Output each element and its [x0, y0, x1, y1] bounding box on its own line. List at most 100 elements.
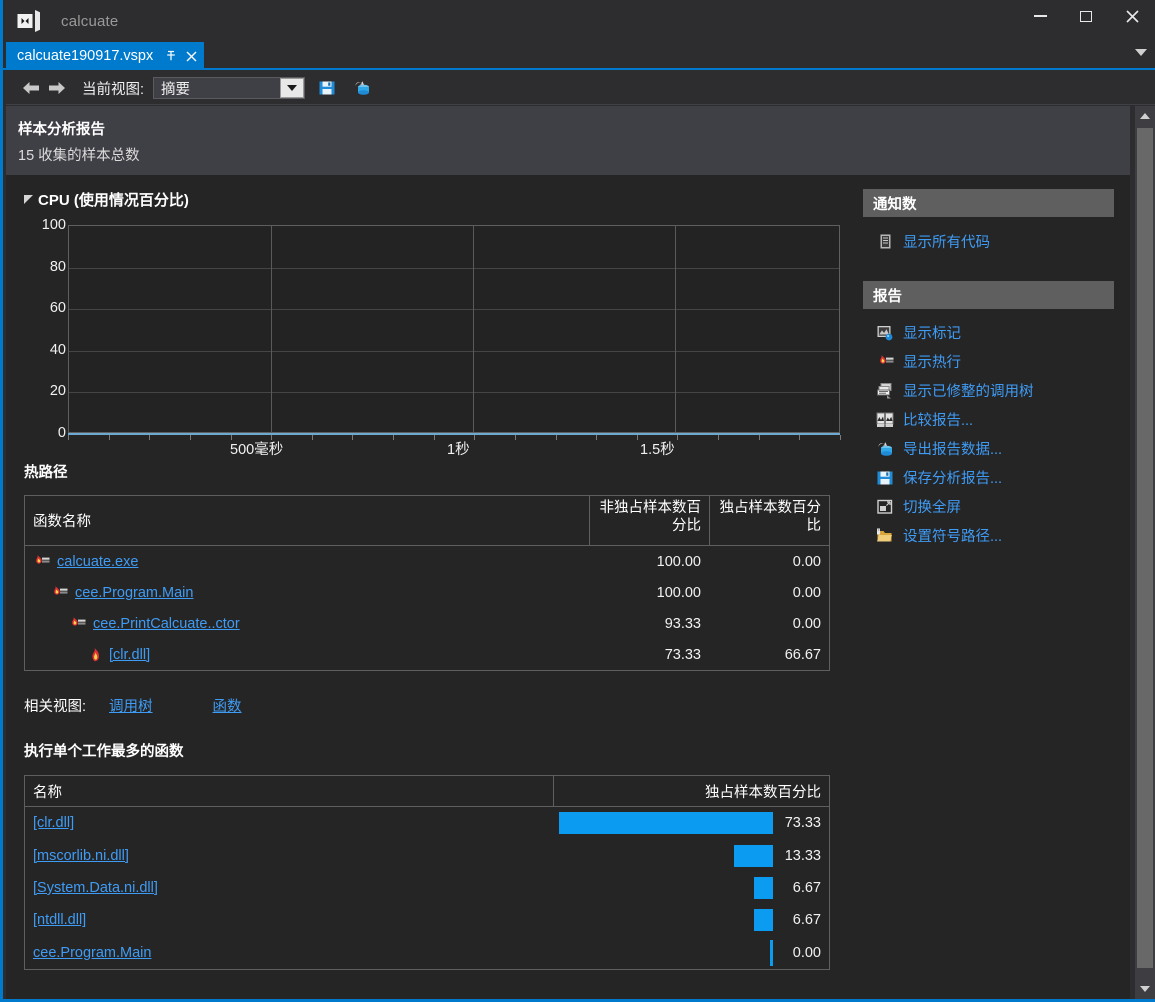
forward-button[interactable] — [44, 75, 70, 101]
hot-path-function-cell: [clr.dll] — [25, 647, 589, 663]
marks-icon — [876, 324, 894, 342]
scroll-down-button[interactable] — [1135, 979, 1155, 999]
fullscreen-icon — [876, 498, 894, 516]
top-functions-row[interactable]: [clr.dll] 73.33 — [25, 807, 829, 839]
hot-path-exclusive-value: 0.00 — [792, 584, 821, 601]
sidebar-panel: 报告显示标记显示热行显示已修整的调用树比较报告... 导出报告数据... 保存分析报… — [863, 281, 1114, 560]
vertical-scrollbar[interactable] — [1135, 106, 1155, 999]
related-link-functions[interactable]: 函数 — [213, 695, 242, 716]
hot-path-inclusive-value: 93.33 — [664, 615, 701, 632]
hot-path-rows: calcuate.exe 100.00 0.00 cee.Program.Main 10… — [25, 546, 829, 670]
sidebar-item-label: 显示已修整的调用树 — [903, 384, 1034, 400]
tab-strip: calcuate190917.vspx — [3, 42, 1155, 70]
top-functions-name-link[interactable]: [ntdll.dll] — [33, 912, 86, 928]
hot-path-function-link[interactable]: cee.Program.Main — [75, 585, 193, 601]
hot-path-header-row: 函数名称 非独占样本数百分比 独占样本数百分比 — [25, 496, 829, 546]
y-tick-label: 100 — [41, 217, 66, 233]
top-functions-rows: [clr.dll] 73.33 [mscorlib.ni.dll] 13.33 [Sys… — [25, 807, 829, 969]
top-functions-name-link[interactable]: [System.Data.ni.dll] — [33, 880, 158, 896]
top-functions-name-cell: [clr.dll] — [25, 814, 553, 832]
sidebar-item-label: 显示标记 — [903, 326, 961, 342]
sidebar-item-显示热行[interactable]: 显示热行 — [863, 347, 1114, 376]
pin-icon[interactable] — [165, 50, 177, 62]
top-functions-row[interactable]: [ntdll.dll] 6.67 — [25, 904, 829, 936]
maximize-button[interactable] — [1063, 0, 1109, 32]
hot-path-function-link[interactable]: calcuate.exe — [57, 554, 138, 570]
hot-path-function-link[interactable]: cee.PrintCalcuate..ctor — [93, 616, 240, 632]
window-controls — [1017, 0, 1155, 32]
flame-bar-icon — [51, 585, 68, 600]
close-button[interactable] — [1109, 0, 1155, 32]
hot-path-row[interactable]: calcuate.exe 100.00 0.00 — [25, 546, 829, 577]
column-header-inclusive-pct[interactable]: 非独占样本数百分比 — [589, 496, 709, 545]
current-view-select[interactable]: 摘要 — [153, 77, 306, 99]
cpu-chart-section: CPU (使用情况百分比) 100 80 60 40 20 0 500毫秒 1秒… — [24, 189, 842, 458]
sidebar-item-比较报告[interactable]: 比较报告... — [863, 405, 1114, 434]
sidebar-panel-title: 报告 — [863, 281, 1114, 309]
hot-path-function-link[interactable]: [clr.dll] — [109, 647, 150, 663]
flame-icon — [87, 647, 102, 663]
sidebar-item-切换全屏[interactable]: 切换全屏 — [863, 492, 1114, 521]
sidebar-panel-body: 显示标记显示热行显示已修整的调用树比较报告... 导出报告数据... 保存分析报告.… — [863, 309, 1114, 560]
top-functions-row[interactable]: [mscorlib.ni.dll] 13.33 — [25, 839, 829, 871]
y-tick-label: 40 — [49, 341, 66, 358]
report-toolbar: 当前视图: 摘要 — [6, 72, 1155, 105]
hot-path-row[interactable]: [clr.dll] 73.33 66.67 — [25, 639, 829, 670]
tab-close-icon[interactable] — [186, 51, 197, 62]
scrollbar-thumb[interactable] — [1137, 128, 1153, 968]
title-bar: calcuate — [3, 0, 1155, 42]
gridline-h — [69, 267, 839, 269]
top-functions-row[interactable]: cee.Program.Main 0.00 — [25, 937, 829, 969]
chevron-up-icon — [1140, 113, 1150, 119]
sidebar-panel: 通知数 显示所有代码 — [863, 189, 1114, 269]
export-report-button[interactable] — [349, 75, 375, 101]
top-functions-name-link[interactable]: cee.Program.Main — [33, 945, 151, 961]
column-header-function-name[interactable]: 函数名称 — [25, 496, 589, 545]
x-tick-label: 1秒 — [447, 442, 470, 458]
top-functions-name-link[interactable]: [mscorlib.ni.dll] — [33, 848, 129, 864]
triangle-collapse-icon[interactable] — [24, 195, 33, 204]
gridline-h — [69, 392, 839, 394]
related-link-call-tree[interactable]: 调用树 — [109, 695, 153, 716]
back-button[interactable] — [18, 75, 44, 101]
report-title: 样本分析报告 — [18, 122, 105, 138]
gridline-h — [69, 350, 839, 352]
sidebar-item-显示已修整的调用树[interactable]: 显示已修整的调用树 — [863, 376, 1114, 405]
gridline-v — [473, 226, 474, 432]
app-title: calcuate — [61, 12, 119, 30]
top-functions-name-link[interactable]: [clr.dll] — [33, 815, 74, 831]
column-header-exclusive-pct[interactable]: 独占样本数百分比 — [709, 496, 829, 545]
column-header-name[interactable]: 名称 — [25, 776, 553, 806]
top-functions-value: 6.67 — [792, 912, 821, 929]
hot-path-function-cell: cee.PrintCalcuate..ctor — [25, 616, 589, 632]
top-functions-bar-cell: 6.67 — [553, 904, 829, 936]
column-header-exclusive-pct[interactable]: 独占样本数百分比 — [553, 776, 829, 806]
value-bar — [754, 876, 773, 899]
top-functions-value: 73.33 — [784, 815, 821, 832]
top-functions-row[interactable]: [System.Data.ni.dll] 6.67 — [25, 872, 829, 904]
x-tick-label: 500毫秒 — [230, 442, 284, 458]
sidebar-item-label: 设置符号路径... — [903, 529, 1003, 545]
sidebar-item-设置符号路径[interactable]: 设置符号路径... — [863, 521, 1114, 550]
sidebar-item-导出报告数据[interactable]: 导出报告数据... — [863, 434, 1114, 463]
tab-list-chevron-down-icon[interactable] — [1135, 49, 1147, 56]
cpu-section-title[interactable]: CPU (使用情况百分比) — [24, 189, 842, 210]
tab-calcuate190917[interactable]: calcuate190917.vspx — [6, 42, 205, 70]
save-report-button[interactable] — [314, 75, 340, 101]
hot-path-row[interactable]: cee.PrintCalcuate..ctor 93.33 0.00 — [25, 608, 829, 639]
scroll-up-button[interactable] — [1135, 106, 1155, 126]
current-view-dropdown-button[interactable] — [280, 78, 305, 98]
visual-studio-logo-icon — [15, 8, 41, 34]
top-functions-name-cell: [System.Data.ni.dll] — [25, 879, 553, 897]
minimize-button[interactable] — [1017, 0, 1063, 32]
top-functions-name-cell: cee.Program.Main — [25, 944, 553, 962]
cpu-plot-area[interactable] — [68, 225, 840, 433]
sidebar-item-显示所有代码[interactable]: 显示所有代码 — [863, 227, 1114, 256]
top-functions-bar-cell: 13.33 — [553, 839, 829, 871]
y-tick-label: 0 — [57, 425, 66, 441]
sidebar-item-保存分析报告[interactable]: 保存分析报告... — [863, 463, 1114, 492]
top-functions-bar-cell: 6.67 — [553, 872, 829, 904]
hot-path-row[interactable]: cee.Program.Main 100.00 0.00 — [25, 577, 829, 608]
vs-profiler-window: calcuate calcuate190917.vspx 当前视图: 摘要 样本… — [0, 0, 1155, 1002]
sidebar-item-显示标记[interactable]: 显示标记 — [863, 318, 1114, 347]
